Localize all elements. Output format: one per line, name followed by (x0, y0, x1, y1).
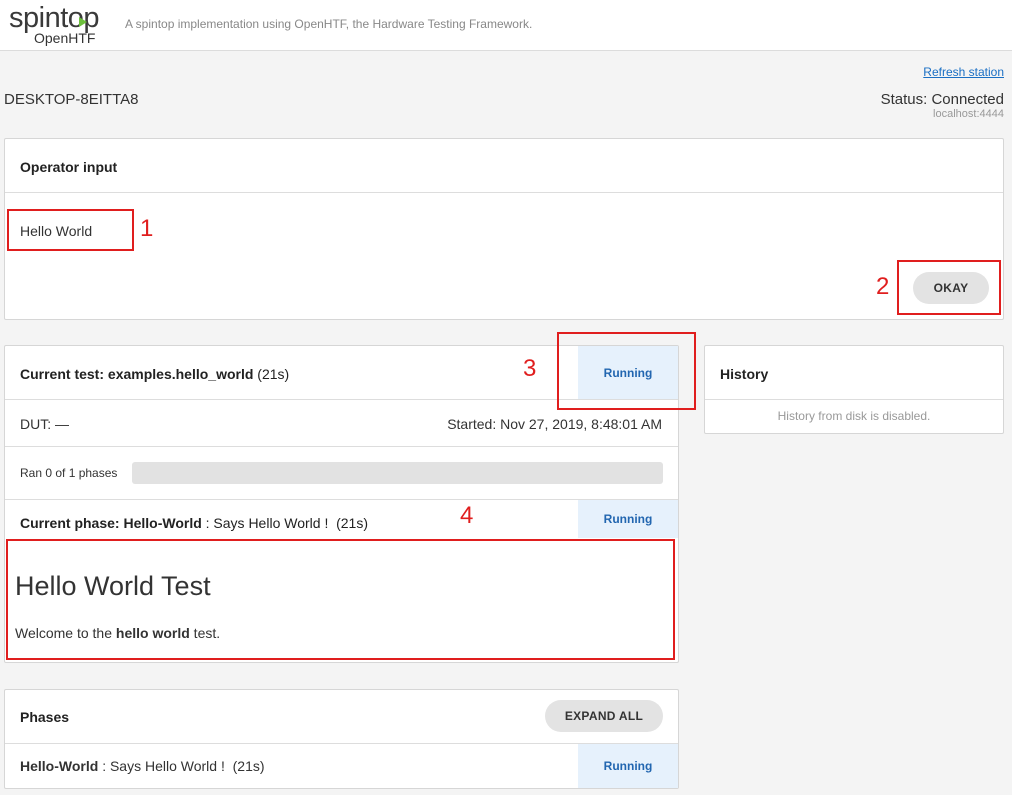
phase-status-badge: Running (578, 500, 678, 538)
annotation-box-4 (6, 539, 675, 660)
history-card: History History from disk is disabled. (704, 345, 1004, 434)
operator-input-title: Operator input (20, 159, 118, 175)
phase-list-item[interactable]: Hello-World : Says Hello World ! (21s) R… (5, 744, 678, 788)
annotation-box-1 (7, 209, 134, 251)
annotation-box-3 (557, 332, 696, 410)
current-phase-title: Current phase: Hello-World : Says Hello … (20, 515, 369, 531)
top-bar: spintop OpenHTF A spintop implementation… (0, 0, 1012, 51)
logo-subtitle: OpenHTF (34, 30, 96, 46)
refresh-station-link[interactable]: Refresh station (923, 65, 1004, 79)
connection-status: Status: Connected (880, 91, 1004, 108)
dut-label: DUT: — (20, 416, 69, 432)
progress-bar (132, 462, 663, 484)
divider (705, 399, 1003, 400)
annotation-number-1: 1 (140, 215, 154, 242)
operator-input-card: Operator input Hello World OKAY (4, 138, 1004, 320)
station-name: DESKTOP-8EITTA8 (4, 91, 139, 108)
annotation-number-4: 4 (460, 502, 474, 529)
host-address: localhost:4444 (933, 108, 1004, 120)
phases-card: Phases EXPAND ALL Hello-World : Says Hel… (4, 689, 679, 789)
tagline: A spintop implementation using OpenHTF, … (125, 17, 533, 31)
annotation-box-2 (897, 260, 1001, 315)
phase-item-text: Hello-World : Says Hello World ! (21s) (20, 758, 265, 774)
phases-title: Phases (20, 709, 70, 725)
history-title: History (720, 366, 769, 382)
annotation-number-3: 3 (523, 355, 537, 382)
history-message: History from disk is disabled. (777, 409, 931, 423)
expand-all-button[interactable]: EXPAND ALL (545, 700, 663, 732)
annotation-number-2: 2 (876, 273, 890, 300)
started-time: Started: Nov 27, 2019, 8:48:01 AM (447, 416, 662, 432)
current-test-title: Current test: examples.hello_world (21s) (20, 366, 290, 382)
progress-label: Ran 0 of 1 phases (20, 466, 118, 480)
divider (5, 446, 678, 447)
phase-item-status-badge: Running (578, 744, 678, 788)
logo-play-icon (79, 17, 87, 27)
divider (5, 192, 1003, 193)
